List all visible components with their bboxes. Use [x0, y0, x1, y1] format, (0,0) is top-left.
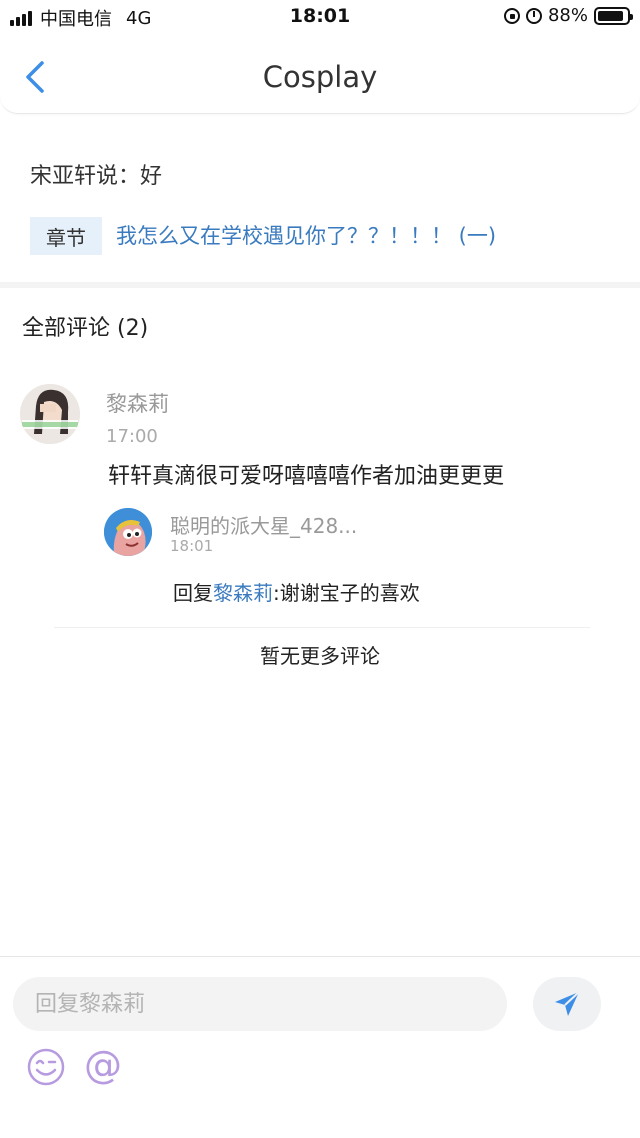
reply-time: 18:01 — [170, 537, 214, 555]
emoji-button[interactable] — [26, 1047, 66, 1087]
rotation-lock-icon — [503, 7, 520, 24]
comment-divider — [54, 627, 590, 628]
comment-author[interactable]: 黎森莉 — [106, 388, 169, 418]
reply-mention[interactable]: 黎森莉 — [213, 581, 273, 605]
emoji-icon — [27, 1048, 65, 1086]
nav-bar: Cosplay — [0, 36, 640, 114]
reply-body: :谢谢宝子的喜欢 — [273, 581, 420, 605]
reply-avatar-image — [104, 508, 152, 556]
status-bar: 中国电信 4G 18:01 88% — [0, 0, 640, 36]
reply-bar: @ — [0, 956, 640, 1138]
reply-prefix: 回复 — [173, 581, 213, 605]
mention-button[interactable]: @ — [84, 1041, 122, 1089]
comments-heading: 全部评论 (2) — [22, 316, 149, 341]
no-more-comments: 暂无更多评论 — [260, 644, 380, 668]
chapter-link[interactable]: 我怎么又在学校遇见你了？？！！！ (一) — [116, 220, 496, 250]
chapter-tag: 章节 — [30, 217, 102, 255]
avatar[interactable] — [20, 384, 80, 444]
avatar-image — [20, 384, 80, 444]
battery-icon — [594, 6, 633, 25]
comment-time: 17:00 — [106, 426, 158, 447]
quote-text: 宋亚轩说：好 — [30, 164, 163, 189]
alarm-icon — [525, 7, 542, 24]
status-right: 88% — [503, 5, 633, 26]
reply-input[interactable] — [13, 977, 507, 1031]
reply-avatar[interactable] — [104, 508, 152, 556]
reply-text[interactable]: 回复黎森莉:谢谢宝子的喜欢 — [173, 577, 420, 606]
page-title: Cosplay — [262, 60, 378, 94]
battery-level — [598, 10, 623, 21]
send-icon — [555, 991, 580, 1016]
section-divider — [0, 282, 640, 288]
send-button[interactable] — [533, 977, 601, 1031]
battery-percent: 88% — [547, 5, 588, 26]
reply-author[interactable]: 聪明的派大星_428... — [170, 510, 357, 539]
comment-text[interactable]: 轩轩真滴很可爱呀嘻嘻嘻作者加油更更更 — [108, 458, 504, 490]
